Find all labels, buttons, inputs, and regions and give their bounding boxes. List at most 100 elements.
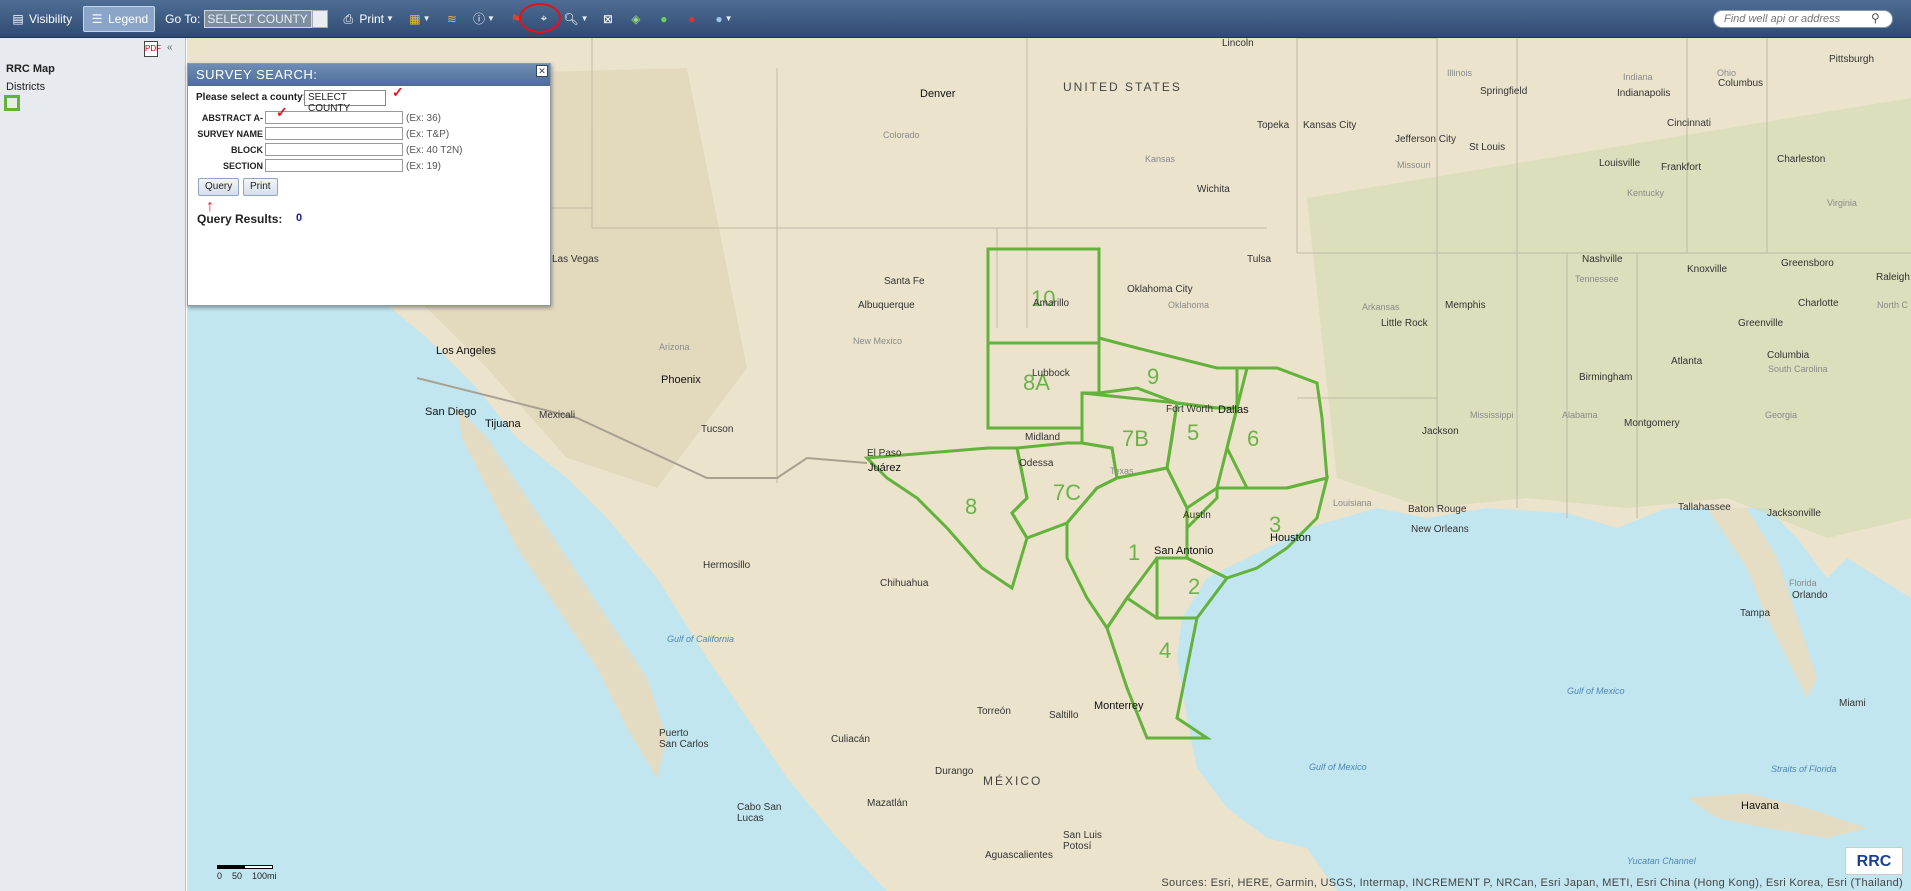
place-label: San Antonio [1154, 545, 1214, 557]
place-label: Birmingham [1579, 372, 1633, 383]
chevron-down-icon: ▼ [724, 14, 733, 23]
clear-button[interactable]: ● [681, 7, 703, 31]
place-label: Frankfort [1661, 162, 1702, 173]
survey-name-label: SURVEY NAME [197, 129, 263, 139]
visibility-icon: ▤ [12, 11, 24, 26]
place-label: Fort Worth [1166, 404, 1214, 415]
goto-county-select[interactable]: SELECT COUNTY [204, 9, 313, 28]
pdf-icon[interactable]: PDF [144, 41, 161, 57]
section-label: SECTION [222, 161, 263, 171]
place-label: Greenville [1738, 318, 1784, 329]
block-example: (Ex: 40 T2N) [406, 145, 463, 156]
identify-button[interactable]: ⓘ ▼ [469, 7, 499, 31]
place-label: Indianapolis [1617, 88, 1671, 99]
globe-icon: ● [660, 11, 668, 26]
place-label: Topeka [1257, 120, 1290, 131]
district-label: 2 [1188, 574, 1201, 599]
scale-label: 100mi [252, 871, 277, 881]
place-label: Wichita [1197, 184, 1230, 195]
basemap-button[interactable]: ▦ ▼ [405, 7, 435, 31]
goto-label: Go To: [165, 11, 201, 26]
place-label: Atlanta [1671, 356, 1703, 367]
block-input[interactable] [265, 143, 403, 156]
chevron-down-icon: ▼ [486, 14, 495, 23]
select-button[interactable]: ⌖ [533, 7, 555, 31]
place-label: Columbia [1767, 350, 1810, 361]
place-label: San Luis Potosí [1063, 830, 1102, 852]
print-button[interactable]: Print [243, 178, 278, 196]
dialog-title: SURVEY SEARCH: [188, 64, 550, 86]
goto-dropdown-arrow[interactable] [312, 9, 329, 28]
place-label: Arizona [659, 342, 690, 352]
place-label: Mississippi [1470, 410, 1514, 420]
place-label: Baton Rouge [1408, 504, 1467, 515]
place-label: Oklahoma [1168, 300, 1210, 310]
address-search-input[interactable] [1713, 10, 1893, 28]
place-label: Virginia [1827, 198, 1857, 208]
abstract-input[interactable] [265, 111, 403, 124]
query-button[interactable]: Query [198, 178, 240, 196]
visibility-button[interactable]: ▤ Visibility [4, 6, 79, 32]
help-button[interactable]: ● ▼ [709, 7, 739, 31]
legend-icon: ☰ [91, 11, 103, 26]
place-label: Lubbock [1032, 368, 1070, 379]
place-label: Arkansas [1362, 302, 1400, 312]
place-label: Miami [1839, 698, 1866, 709]
chevron-down-icon: ▼ [580, 14, 589, 23]
place-label: Louisiana [1333, 498, 1372, 508]
place-label: Chihuahua [880, 578, 929, 589]
place-label: Jefferson City [1395, 134, 1456, 145]
scale-label: 0 [217, 871, 223, 881]
place-label: South Carolina [1768, 364, 1828, 374]
place-label: Indiana [1623, 72, 1653, 82]
district-label: 6 [1247, 426, 1260, 451]
info-icon: ⓘ [472, 12, 485, 26]
district-label: 8 [965, 494, 978, 519]
legend-sidebar: PDF « RRC Map Districts [0, 38, 186, 891]
search-icon[interactable]: ⚲ [1871, 11, 1885, 25]
measure-button[interactable]: ◈ [625, 7, 647, 31]
search-tool-button[interactable]: 🔍︎ ▼ [561, 7, 591, 31]
place-label: New Orleans [1411, 524, 1469, 535]
county-select[interactable]: SELECT COUNTY [304, 90, 386, 114]
place-label: Denver [920, 88, 956, 100]
section-example: (Ex: 19) [406, 161, 442, 172]
place-label: Kansas City [1303, 120, 1357, 131]
place-label: Puerto San Carlos [659, 728, 709, 750]
survey-search-dialog: SURVEY SEARCH: ✕ Please select a county:… [187, 63, 551, 306]
district-label: 9 [1147, 364, 1160, 389]
district-label: 1 [1128, 540, 1141, 565]
place-label: Orlando [1792, 590, 1828, 601]
print-button[interactable]: ⎙ Print ▼ [334, 6, 401, 32]
survey-name-example: (Ex: T&P) [406, 129, 450, 140]
place-label: Oklahoma City [1127, 284, 1193, 295]
globe-button[interactable]: ● [653, 7, 675, 31]
district-label: 7C [1053, 480, 1082, 505]
legend-button[interactable]: ☰ Legend [83, 5, 156, 32]
target-icon: ◈ [631, 11, 641, 26]
block-label: BLOCK [231, 145, 263, 155]
logo-text: RRC [1856, 853, 1892, 870]
flag-button[interactable]: ⚑ [505, 7, 527, 31]
place-label: Tampa [1740, 608, 1771, 619]
legend-title: RRC Map [6, 63, 55, 75]
place-label: Gulf of Mexico [1309, 762, 1367, 772]
place-label: Charleston [1777, 154, 1826, 165]
place-label: Mexicali [539, 410, 576, 421]
place-label: Cincinnati [1667, 118, 1711, 129]
place-label: Lincoln [1222, 38, 1254, 49]
place-label: Tulsa [1247, 254, 1272, 265]
close-icon[interactable]: ✕ [536, 65, 548, 77]
place-label: Illinois [1447, 68, 1473, 78]
survey-name-input[interactable] [265, 127, 403, 140]
place-label: Amarillo [1033, 298, 1070, 309]
place-label: Havana [1741, 800, 1779, 812]
place-label: St Louis [1469, 142, 1506, 153]
collapse-icon[interactable]: « [167, 42, 173, 53]
zoom-extent-button[interactable]: ⊠ [597, 7, 619, 31]
section-input[interactable] [265, 159, 403, 172]
layers-button[interactable]: ≋ [441, 7, 463, 31]
query-results-label: Query Results: [197, 212, 283, 226]
abstract-example: (Ex: 36) [406, 113, 442, 124]
stop-icon: ● [688, 11, 696, 26]
